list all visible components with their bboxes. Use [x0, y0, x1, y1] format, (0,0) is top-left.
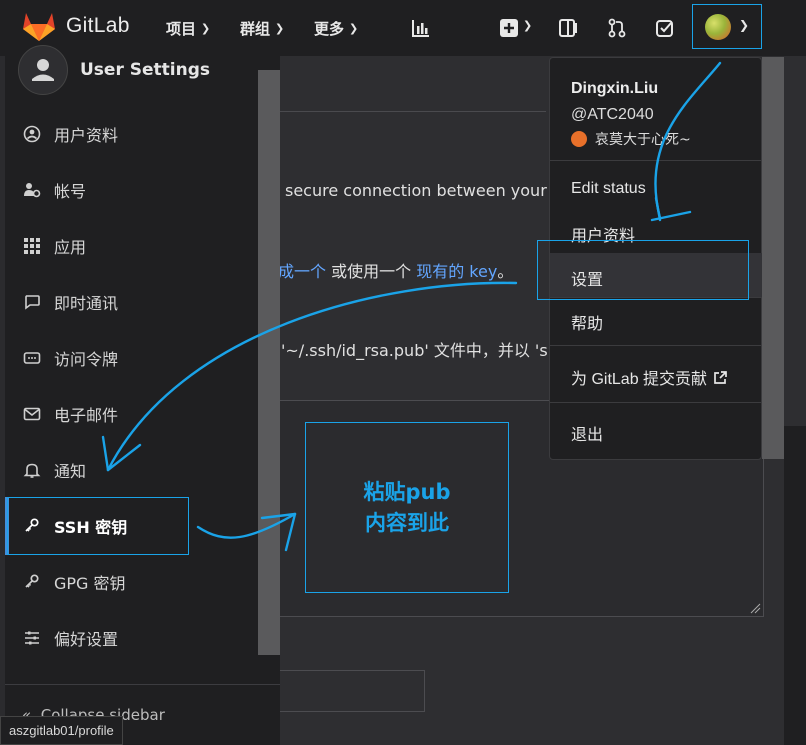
paste-annotation-box: 粘贴pub 内容到此 [305, 422, 509, 593]
chart-icon[interactable] [410, 17, 432, 39]
sidebar-item-account[interactable]: 帐号 [22, 175, 86, 205]
existing-key-link[interactable]: 现有的 key [416, 262, 497, 281]
sidebar-item-notifications[interactable]: 通知 [22, 455, 86, 485]
dropdown-scrollbar[interactable] [762, 57, 784, 459]
dropdown-divider [550, 345, 762, 346]
divider [280, 111, 546, 112]
plus-icon[interactable] [498, 17, 520, 39]
chevron-down-icon: ❯ [201, 22, 211, 35]
user-name[interactable]: Dingxin.Liu [571, 80, 658, 98]
user-avatar [18, 45, 68, 95]
generate-key-link[interactable]: 成一个 [278, 262, 326, 281]
todo-icon[interactable] [654, 17, 676, 39]
account-icon [24, 183, 41, 198]
chevron-down-icon: ❯ [349, 22, 359, 35]
edit-status-item[interactable]: Edit status [571, 180, 646, 198]
ssh-keys-highlight [7, 497, 189, 555]
ssh-path-text: '~/.ssh/id_rsa.pub' 文件中，并以 's [281, 341, 548, 360]
sidebar-icon[interactable] [557, 17, 579, 39]
sidebar-item-applications[interactable]: 应用 [22, 231, 86, 261]
preferences-icon [25, 631, 39, 645]
sidebar-item-access-tokens[interactable]: 访问令牌 [22, 343, 118, 373]
chevron-down-icon[interactable]: ❯ [739, 18, 749, 32]
sidebar-item-label: 电子邮件 [54, 406, 119, 425]
annotation-line2: 内容到此 [365, 510, 449, 535]
page-edge [784, 426, 806, 745]
mail-icon [23, 407, 41, 421]
sidebar-item-label: GPG 密钥 [54, 574, 126, 593]
contribute-item[interactable]: 为 GitLab 提交贡献 [571, 365, 728, 389]
sidebar-item-label: 帐号 [54, 182, 87, 201]
title-input[interactable] [280, 670, 425, 712]
dropdown-divider [550, 160, 762, 161]
chevron-down-icon[interactable]: ❯ [523, 19, 532, 32]
chevron-down-icon: ❯ [275, 22, 285, 35]
sidebar-item-label: 应用 [54, 238, 87, 257]
sidebar-item-label: 通知 [54, 462, 87, 481]
bell-icon [23, 463, 41, 478]
basketball-icon [571, 131, 587, 147]
avatar[interactable] [705, 14, 731, 40]
sign-out-item[interactable]: 退出 [571, 421, 603, 445]
brand-name[interactable]: GitLab [66, 14, 130, 38]
sidebar-item-label: 访问令牌 [54, 350, 119, 369]
user-icon [32, 59, 54, 81]
ssh-intro-text: secure connection between your c [285, 181, 561, 200]
sidebar-item-profile[interactable]: 用户资料 [22, 119, 118, 149]
ssh-generate-text: 成一个 或使用一个 现有的 key。 [278, 262, 514, 281]
dropdown-divider [550, 402, 762, 403]
sidebar-item-preferences[interactable]: 偏好设置 [22, 623, 118, 653]
sidebar-title: User Settings [80, 60, 210, 80]
sidebar-scrollbar[interactable] [258, 70, 280, 655]
token-icon [23, 352, 41, 364]
resize-grip-icon[interactable] [749, 602, 761, 614]
status-url-tooltip: aszgitlab01/profile [0, 716, 123, 745]
user-handle: @ATC2040 [571, 106, 654, 123]
sidebar-item-label: 即时通讯 [54, 294, 119, 313]
sidebar-item-label: 用户资料 [54, 126, 119, 145]
merge-request-icon[interactable] [606, 17, 628, 39]
gitlab-logo-icon[interactable] [22, 10, 56, 42]
nav-groups[interactable]: 群组 ❯ [240, 18, 284, 39]
sidebar-divider [5, 684, 280, 685]
user-status: 哀莫大于心死~ [571, 129, 691, 149]
chat-icon [25, 295, 40, 310]
nav-more[interactable]: 更多 ❯ [314, 18, 358, 39]
external-link-icon [713, 371, 727, 384]
apps-icon [24, 238, 40, 254]
user-circle-icon [23, 125, 41, 143]
annotation-line1: 粘贴pub [363, 479, 451, 504]
key-icon [25, 574, 39, 588]
sidebar-item-chat[interactable]: 即时通讯 [22, 287, 118, 317]
nav-projects[interactable]: 项目 ❯ [166, 18, 210, 39]
sidebar-item-emails[interactable]: 电子邮件 [22, 399, 118, 429]
sidebar-item-label: 偏好设置 [54, 630, 119, 649]
help-item[interactable]: 帮助 [571, 310, 603, 334]
sidebar-item-gpg-keys[interactable]: GPG 密钥 [22, 567, 126, 597]
settings-highlight [537, 240, 749, 300]
